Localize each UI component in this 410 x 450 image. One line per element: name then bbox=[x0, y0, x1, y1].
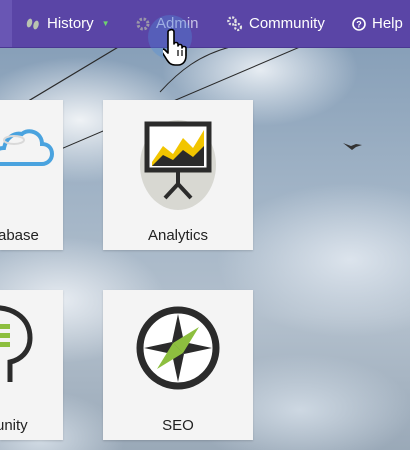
svg-text:?: ? bbox=[356, 19, 362, 29]
bird-icon bbox=[343, 143, 362, 150]
compass-icon bbox=[136, 306, 220, 390]
tile-database[interactable]: abase bbox=[0, 100, 63, 250]
tile-seo[interactable]: SEO bbox=[103, 290, 253, 440]
tile-community[interactable]: unity bbox=[0, 290, 63, 440]
chevron-down-icon: ▼ bbox=[101, 19, 110, 28]
nav-history[interactable]: History ▼ bbox=[25, 0, 110, 47]
community-gears-icon bbox=[227, 15, 243, 32]
nav-history-label: History bbox=[47, 15, 94, 32]
cloud-database-icon bbox=[0, 129, 55, 166]
footprints-icon bbox=[25, 17, 41, 31]
tile-analytics[interactable]: Analytics bbox=[103, 100, 253, 250]
presentation-chart-icon bbox=[140, 120, 216, 210]
nav-help[interactable]: ? Help bbox=[352, 0, 403, 47]
nav-community-label: Community bbox=[249, 15, 325, 32]
gear-icon bbox=[136, 17, 150, 31]
hand-cursor-icon bbox=[160, 28, 193, 71]
nav-left-edge bbox=[0, 0, 12, 47]
question-circle-icon: ? bbox=[352, 16, 366, 31]
nav-help-label: Help bbox=[372, 15, 403, 32]
community-head-icon bbox=[0, 305, 33, 382]
nav-community[interactable]: Community bbox=[227, 0, 325, 47]
tile-seo-label: SEO bbox=[162, 417, 194, 434]
top-navigation-bar: History ▼ Admin Community ? Help bbox=[0, 0, 410, 48]
tile-database-label: abase bbox=[0, 227, 39, 244]
tile-community-label: unity bbox=[0, 417, 28, 434]
tile-analytics-label: Analytics bbox=[147, 227, 209, 244]
